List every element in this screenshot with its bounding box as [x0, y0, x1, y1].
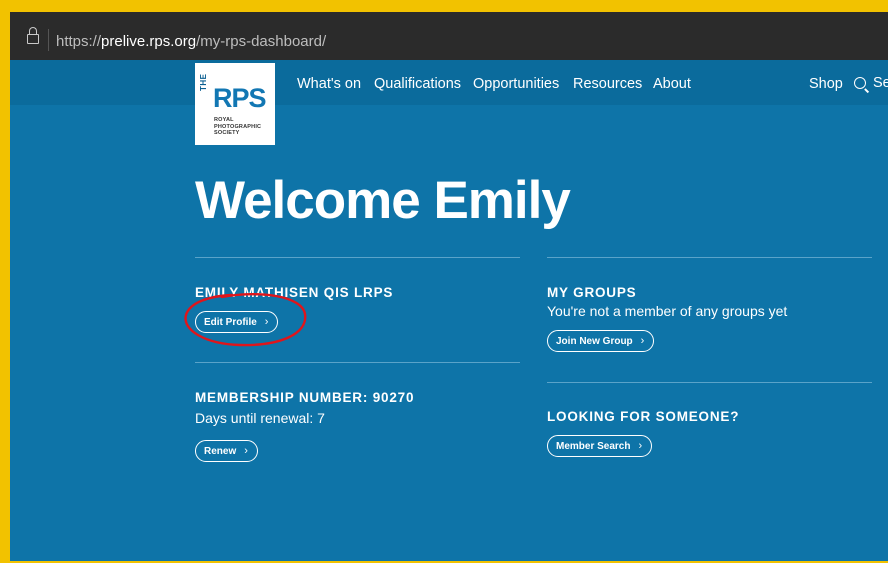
- nav-qualifications[interactable]: Qualifications: [374, 76, 461, 92]
- membership-number: MEMBERSHIP NUMBER: 90270: [195, 390, 415, 405]
- logo-rps-text: RPS: [213, 83, 267, 113]
- renewal-days: Days until renewal: 7: [195, 410, 325, 426]
- join-new-group-button[interactable]: Join New Group ›: [547, 330, 655, 352]
- member-search-button[interactable]: Member Search ›: [547, 435, 653, 457]
- divider: [547, 382, 872, 383]
- my-groups-text: You're not a member of any groups yet: [547, 303, 788, 319]
- browser-window: https://prelive.rps.org/my-rps-dashboard…: [10, 12, 888, 561]
- edit-profile-label: Edit Profile: [204, 316, 257, 328]
- my-groups-heading: MY GROUPS: [547, 285, 637, 300]
- search-icon: [854, 77, 866, 89]
- chevron-right-icon: ›: [640, 335, 645, 347]
- lock-icon: [27, 27, 39, 44]
- member-search-label: Member Search: [556, 440, 631, 452]
- divider: [195, 257, 520, 258]
- chevron-right-icon: ›: [264, 316, 269, 328]
- divider: [195, 362, 520, 363]
- address-bar-divider: [48, 29, 49, 51]
- logo-subtitle: ROYAL PHOTOGRAPHIC SOCIETY: [214, 117, 262, 136]
- nav-opportunities[interactable]: Opportunities: [473, 76, 559, 92]
- renew-button[interactable]: Renew ›: [195, 440, 258, 462]
- chevron-right-icon: ›: [244, 445, 248, 457]
- renew-label: Renew: [204, 445, 237, 457]
- nav-shop[interactable]: Shop: [809, 76, 843, 92]
- nav-search[interactable]: Se: [854, 75, 888, 91]
- url-text[interactable]: https://prelive.rps.org/my-rps-dashboard…: [56, 33, 326, 50]
- nav-about[interactable]: About: [653, 76, 691, 92]
- nav-resources[interactable]: Resources: [573, 76, 642, 92]
- address-bar[interactable]: https://prelive.rps.org/my-rps-dashboard…: [10, 12, 888, 60]
- page-title: Welcome Emily: [195, 171, 571, 230]
- looking-for-someone-heading: LOOKING FOR SOMEONE?: [547, 409, 740, 424]
- nav-search-label: Se: [873, 75, 888, 91]
- logo-the-text: THE: [199, 73, 208, 92]
- join-new-group-label: Join New Group: [556, 335, 633, 347]
- divider: [547, 257, 872, 258]
- nav-whats-on[interactable]: What's on: [297, 76, 361, 92]
- profile-name: EMILY MATHISEN QIS LRPS: [195, 285, 394, 300]
- rps-logo[interactable]: THE RPS ROYAL PHOTOGRAPHIC SOCIETY: [195, 63, 275, 145]
- edit-profile-button[interactable]: Edit Profile ›: [195, 311, 279, 333]
- chevron-right-icon: ›: [638, 440, 643, 452]
